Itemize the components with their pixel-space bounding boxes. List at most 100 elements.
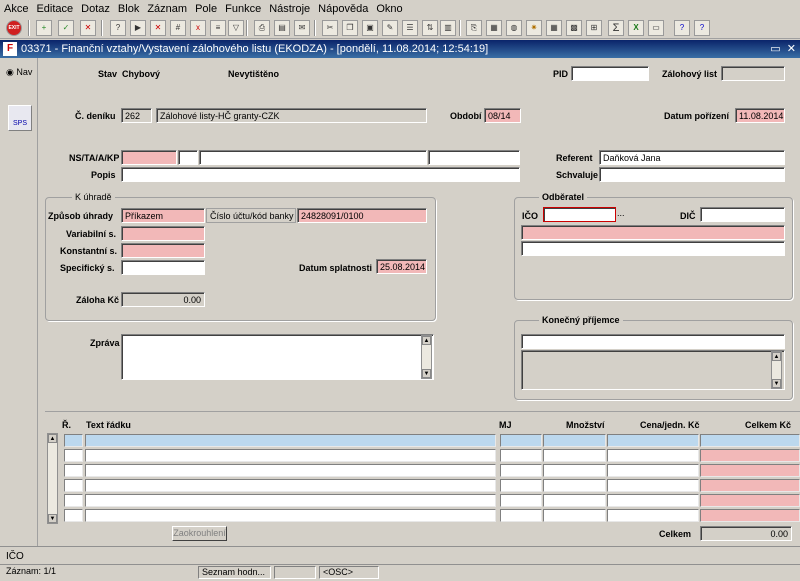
schvaluje-field[interactable] [599,167,785,182]
scroll-down-icon[interactable]: ▼ [48,514,57,523]
scroll-down-icon[interactable]: ▼ [772,379,781,388]
delete-record-icon[interactable]: ✕ [80,20,96,36]
zprava-field[interactable] [121,334,434,380]
filter-icon[interactable]: ▽ [228,20,244,36]
obdobi-field[interactable]: 08/14 [484,108,521,123]
grid-cell[interactable] [85,509,496,522]
grid-cell[interactable] [700,464,800,477]
copy-icon[interactable]: ❐ [342,20,358,36]
ico-lookup-button[interactable]: ... [617,208,625,218]
grid-cell[interactable] [64,479,83,492]
settings-icon[interactable]: ✷ [526,20,542,36]
grid-cell[interactable] [85,464,496,477]
mail-icon[interactable]: ✉ [294,20,310,36]
sort-icon[interactable]: ⇅ [422,20,438,36]
ns-field[interactable] [121,150,177,165]
print-preview-icon[interactable]: ▤ [274,20,290,36]
referent-field[interactable]: Daňková Jana [599,150,785,165]
grid-cell[interactable] [500,464,542,477]
splatnost-field[interactable]: 25.08.2014 [376,259,427,274]
grid-cell[interactable] [500,449,542,462]
odberatel-address-field[interactable] [521,241,785,256]
help-icon[interactable]: ? [674,20,690,36]
menu-napoveda[interactable]: Nápověda [318,3,368,15]
grid-cell[interactable] [64,464,83,477]
menu-akce[interactable]: Akce [4,3,28,15]
prijemce-name-field[interactable] [521,334,785,349]
popis-field[interactable] [121,167,520,182]
print-icon[interactable]: ⎙ [254,20,270,36]
prijemce-address-field[interactable] [521,350,785,390]
prijemce-scrollbar[interactable]: ▲ ▼ [771,351,782,389]
edit-icon[interactable]: ✎ [382,20,398,36]
excel-icon[interactable]: X [628,20,644,36]
query-execute-icon[interactable]: ▶ [130,20,146,36]
sum-icon[interactable]: Σ [608,20,624,36]
grid-cell[interactable] [607,434,699,447]
query-clear-icon[interactable]: x [190,20,206,36]
pid-field[interactable] [571,66,649,81]
grid-cell[interactable] [500,494,542,507]
query-count-icon[interactable]: # [170,20,186,36]
grid-cell[interactable] [543,449,606,462]
grid-cell[interactable] [64,509,83,522]
grid-cell[interactable] [543,479,606,492]
save-icon[interactable]: ✓ [58,20,74,36]
menu-zaznam[interactable]: Záznam [147,3,187,15]
cut-icon[interactable]: ✂ [322,20,338,36]
ta-field[interactable] [178,150,198,165]
scroll-down-icon[interactable]: ▼ [422,369,431,378]
context-help-icon[interactable]: ? [694,20,710,36]
grid-cell[interactable] [700,449,800,462]
paste-icon[interactable]: ▣ [362,20,378,36]
restore-icon[interactable]: ▭ [770,43,780,55]
grid-cell[interactable] [543,494,606,507]
grid-cell[interactable] [607,449,699,462]
ico-field[interactable] [543,207,616,222]
grid-cell[interactable] [500,479,542,492]
detail-icon[interactable]: ▥ [440,20,456,36]
grid-cell[interactable] [607,494,699,507]
specificky-field[interactable] [121,260,205,275]
grid-cell[interactable] [85,449,496,462]
zprava-scrollbar[interactable]: ▲ ▼ [421,335,432,379]
calendar-icon[interactable]: ▦ [546,20,562,36]
grid-cell[interactable] [700,479,800,492]
grid-cell[interactable] [700,494,800,507]
close-icon[interactable]: ✕ [787,43,796,55]
grid-cell[interactable] [85,479,496,492]
grid-cell[interactable] [85,434,496,447]
odberatel-name-field[interactable] [521,225,785,240]
query-all-icon[interactable]: ≡ [210,20,226,36]
variabilni-field[interactable] [121,226,205,241]
menu-funkce[interactable]: Funkce [225,3,261,15]
globe-icon[interactable]: ◍ [506,20,522,36]
grid-cell[interactable] [607,479,699,492]
menu-pole[interactable]: Pole [195,3,217,15]
list-icon[interactable]: ☰ [402,20,418,36]
scroll-up-icon[interactable]: ▲ [48,434,57,443]
menu-nastroje[interactable]: Nástroje [269,3,310,15]
datum-porizeni-field[interactable]: 11.08.2014 [735,108,785,123]
query-cancel-icon[interactable]: ✕ [150,20,166,36]
kp-field[interactable] [428,150,520,165]
zaokrouhleni-button[interactable]: Zaokrouhlení [172,526,227,541]
ucet-field[interactable]: 24828091/0100 [297,208,427,223]
grid-cell[interactable] [543,509,606,522]
sps-button[interactable]: SPS [8,105,32,131]
chart-icon[interactable]: ▭ [648,20,664,36]
grid-cell[interactable] [700,434,800,447]
a-field[interactable] [199,150,427,165]
nav-radio[interactable]: ◉ Nav [6,67,32,78]
menu-editace[interactable]: Editace [36,3,73,15]
attachment-icon[interactable]: ⎘ [466,20,482,36]
document-icon[interactable]: ▦ [486,20,502,36]
dic-field[interactable] [700,207,785,222]
menu-okno[interactable]: Okno [376,3,402,15]
exit-icon[interactable]: EXIT [6,20,22,36]
grid-cell[interactable] [64,434,83,447]
grid-cell[interactable] [64,494,83,507]
grid-cell[interactable] [607,509,699,522]
zpusob-uhrady-field[interactable]: Příkazem [121,208,205,223]
table-icon[interactable]: ⊞ [586,20,602,36]
